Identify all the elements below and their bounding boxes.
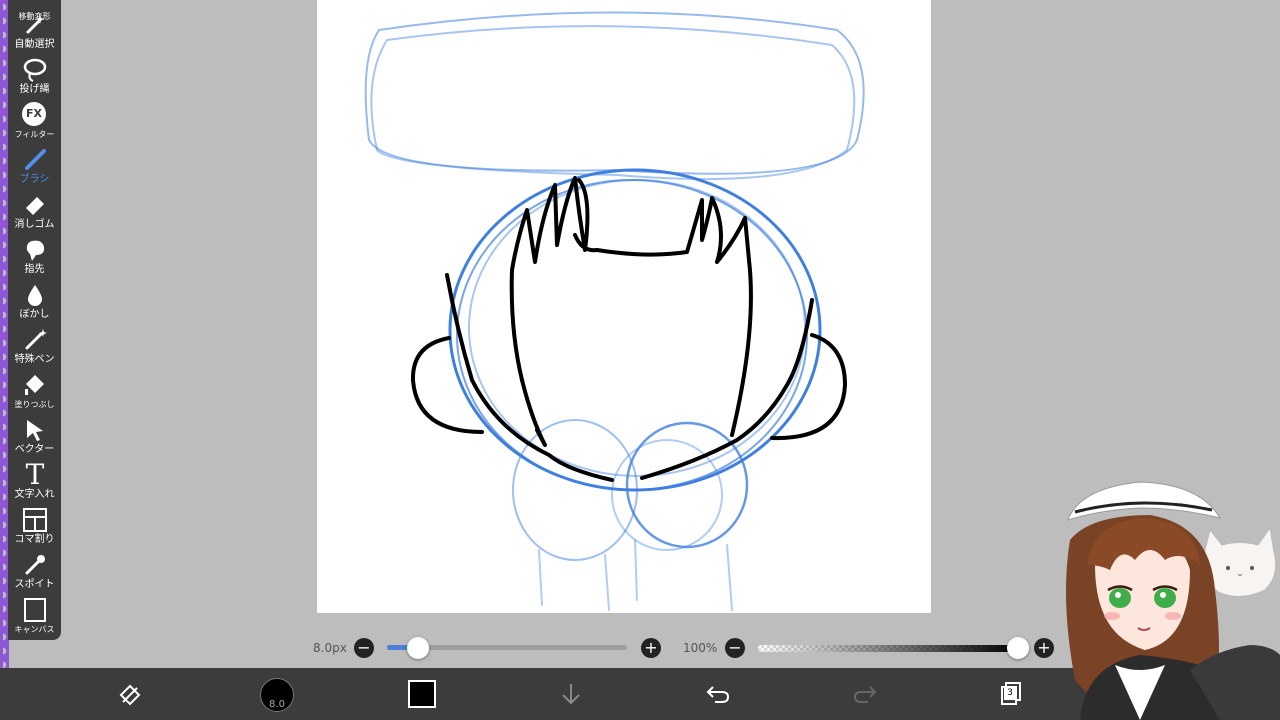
drawing-canvas[interactable] [317, 0, 931, 613]
undo-icon [706, 686, 730, 703]
canvas-icon [24, 598, 46, 622]
bucket-icon [25, 375, 44, 395]
brush-size-preview-value: 8.0 [269, 699, 285, 710]
eraser-icon [26, 197, 44, 215]
tool-label: 投げ縄 [19, 84, 50, 95]
brush-icon [25, 149, 46, 170]
tool-label: コマ割り [14, 534, 55, 545]
tool-blur[interactable]: ぼかし [8, 280, 61, 324]
tool-label: 消しゴム [14, 219, 55, 230]
frame-divider-icon [23, 508, 47, 532]
tool-special-pen[interactable]: 特殊ペン [8, 325, 61, 369]
tool-palette: 移動変形 自動選択 投げ縄 FX フィルター ブラシ 消しゴム 指先 ぼかし 特… [8, 0, 61, 640]
sketch-artwork [364, 11, 865, 611]
droplet-icon [28, 285, 42, 306]
tool-label: 特殊ペン [14, 354, 55, 365]
tool-canvas[interactable]: キャンバス [8, 595, 61, 639]
tool-brush[interactable]: ブラシ [8, 145, 61, 189]
tool-label: 塗りつぶし [14, 400, 55, 409]
brush-size-preview-button[interactable]: 8.0 [260, 678, 294, 712]
brush-size-decrease-button[interactable]: − [354, 638, 374, 658]
opacity-slider[interactable] [758, 645, 1018, 652]
tool-frame-divider[interactable]: コマ割り [8, 505, 61, 549]
magic-wand-icon [26, 14, 45, 34]
special-pen-icon [25, 329, 47, 350]
tool-eraser[interactable]: 消しゴム [8, 190, 61, 234]
finger-icon [26, 240, 45, 261]
cat-mascot [1204, 526, 1277, 597]
opacity-label: 100% [683, 641, 718, 655]
download-icon [562, 684, 580, 705]
brush-size-label: 8.0px [313, 641, 347, 655]
tool-label: ブラシ [19, 174, 50, 185]
tool-filter[interactable]: FX フィルター [8, 100, 61, 144]
tool-label: ベクター [14, 444, 55, 455]
tool-label: フィルター [14, 130, 55, 139]
eyedropper-icon [25, 555, 45, 575]
brush-size-increase-button[interactable]: + [641, 638, 661, 658]
color-swatch-button[interactable] [408, 680, 436, 708]
streamer-avatar-overlay [1066, 481, 1280, 720]
undo-button[interactable] [692, 668, 742, 720]
redo-button[interactable] [839, 668, 889, 720]
tool-label: 自動選択 [14, 39, 55, 50]
tool-lasso[interactable]: 投げ縄 [8, 55, 61, 99]
tool-vector[interactable]: ベクター [8, 415, 61, 459]
transform-icon [119, 684, 141, 706]
opacity-knob[interactable] [1007, 637, 1029, 659]
transform-button[interactable] [104, 668, 154, 720]
cursor-arrow-icon [27, 420, 43, 441]
save-button[interactable] [545, 668, 595, 720]
tool-fill[interactable]: 塗りつぶし [8, 370, 61, 414]
tool-label: 文字入れ [14, 489, 55, 500]
tool-text[interactable]: T 文字入れ [8, 460, 61, 504]
tool-auto-select[interactable]: 自動選択 [8, 10, 61, 54]
lasso-icon [23, 58, 47, 82]
tool-label: 指先 [24, 264, 45, 275]
tool-eyedropper[interactable]: スポイト [8, 550, 61, 594]
tool-label: キャンバス [14, 625, 55, 634]
opacity-decrease-button[interactable]: − [725, 638, 745, 658]
text-t-icon: T [25, 458, 45, 491]
tool-label: ぼかし [19, 309, 50, 320]
fx-icon: FX [22, 102, 46, 126]
layer-count-badge: 3 [1004, 686, 1016, 700]
tool-smudge[interactable]: 指先 [8, 235, 61, 279]
tool-label: スポイト [14, 579, 55, 590]
brush-size-knob[interactable] [407, 637, 430, 659]
redo-icon [853, 686, 877, 703]
